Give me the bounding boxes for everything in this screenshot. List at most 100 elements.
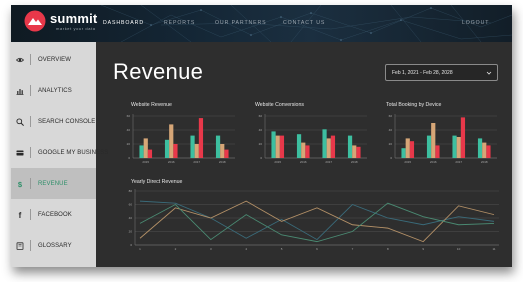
sidebar-item-glossary[interactable]: GLOSSARY	[11, 230, 96, 261]
y-tick-label: 40	[129, 216, 133, 220]
x-tick-label: 2	[175, 247, 177, 251]
book-icon	[16, 241, 24, 250]
bar	[460, 117, 466, 158]
line-chart-yearly-direct-revenue: 0 20 40 60 80 1 2 3 4 5 6 7 8 9 10 11	[129, 189, 499, 251]
bar	[482, 142, 487, 158]
bar	[275, 135, 280, 158]
sidebar-item-label: FACEBOOK	[38, 211, 72, 218]
bar	[401, 148, 406, 158]
y-tick-label: 0	[260, 156, 262, 160]
y-tick-label: 40	[259, 128, 263, 132]
chart-title-website-conversions: Website Conversions	[255, 102, 304, 108]
dollar-icon: $	[18, 180, 23, 188]
sidebar-item-analytics[interactable]: ANALYTICS	[11, 75, 96, 106]
chart-title-yearly-direct-revenue: Yearly Direct Revenue	[131, 179, 183, 185]
bar	[194, 144, 199, 158]
x-tick-label: 3	[210, 247, 212, 251]
page-title: Revenue	[113, 59, 204, 84]
nav-contact-us[interactable]: CONTACT US	[283, 20, 325, 26]
y-tick-label: 0	[130, 243, 132, 247]
bar	[305, 145, 310, 158]
nav-logout[interactable]: LOGOUT	[462, 20, 489, 26]
x-tick-label: 2017	[455, 160, 462, 164]
bar	[405, 138, 410, 158]
bar	[301, 142, 306, 158]
bar	[279, 135, 285, 158]
eye-icon	[16, 57, 24, 62]
y-tick-label: 0	[390, 156, 392, 160]
sidebar-item-overview[interactable]: OVERVIEW	[11, 44, 96, 75]
sidebar-separator	[30, 147, 31, 158]
nav-dashboard[interactable]: DASHBOARD	[103, 20, 144, 26]
x-tick-label: 2016	[300, 160, 307, 164]
sidebar-item-label: GOOGLE MY BUSINESS	[38, 149, 109, 156]
sidebar-separator	[30, 54, 31, 65]
bar	[326, 138, 331, 158]
bar	[296, 134, 302, 158]
search-icon	[16, 117, 24, 126]
sidebar-item-search-console[interactable]: SEARCH CONSOLE	[11, 106, 96, 137]
nav-reports[interactable]: REPORTS	[164, 20, 195, 26]
x-tick-label: 2016	[430, 160, 437, 164]
x-tick-label: 11	[492, 247, 495, 251]
bar	[147, 149, 153, 158]
svg-text:$: $	[18, 180, 23, 188]
brand-tagline: market your data	[56, 25, 96, 31]
bar	[347, 135, 353, 158]
bar	[322, 129, 327, 158]
bar	[330, 135, 336, 158]
y-tick-label: 0	[128, 156, 130, 160]
bar	[486, 145, 491, 158]
x-tick-label: 5	[281, 247, 283, 251]
bar	[271, 131, 276, 158]
svg-text:f: f	[19, 211, 22, 219]
sidebar-item-google-my-business[interactable]: GOOGLE MY BUSINESS	[11, 137, 108, 168]
top-navigation-bar: summit market your data DASHBOARD REPORT…	[11, 5, 512, 42]
bar	[426, 135, 432, 158]
y-tick-label: 40	[127, 128, 131, 132]
brand-logo[interactable]: summit market your data	[24, 10, 97, 32]
x-tick-label: 10	[457, 247, 461, 251]
sidebar-item-label: OVERVIEW	[38, 56, 72, 63]
sidebar-item-facebook[interactable]: f FACEBOOK	[11, 199, 96, 230]
bar-chart-icon	[16, 88, 24, 95]
bar	[190, 135, 195, 158]
bar	[169, 124, 174, 158]
chevron-down-icon	[486, 71, 492, 75]
x-tick-label: 2018	[481, 160, 488, 164]
date-range-value: Feb 1, 2021 - Feb 28, 2028	[392, 70, 453, 76]
y-tick-label: 80	[129, 189, 133, 193]
bar	[173, 144, 178, 158]
sidebar-item-label: GLOSSARY	[38, 242, 72, 249]
bar	[477, 138, 483, 158]
facebook-icon: f	[19, 211, 22, 219]
sidebar-item-revenue[interactable]: $ REVENUE	[11, 168, 96, 199]
bar-chart-website-conversions: 0 20 40 60 2015 2016 2017 2018	[259, 114, 367, 164]
series-line	[139, 202, 495, 243]
x-tick-label: 6	[316, 247, 318, 251]
brand-name: summit	[50, 10, 98, 26]
sidebar-item-label: REVENUE	[38, 180, 68, 187]
date-range-select[interactable]: Feb 1, 2021 - Feb 28, 2028	[385, 64, 498, 81]
chart-title-total-booking-by-device: Total Booking by Device	[386, 102, 442, 108]
y-tick-label: 20	[129, 230, 133, 234]
sidebar-item-label: SEARCH CONSOLE	[38, 118, 96, 125]
card-icon	[16, 150, 24, 155]
y-tick-label: 40	[389, 128, 393, 132]
y-tick-label: 20	[389, 142, 393, 146]
y-tick-label: 60	[259, 114, 263, 118]
nav-our-partners[interactable]: OUR PARTNERS	[215, 20, 267, 26]
app-window: summit market your data DASHBOARD REPORT…	[11, 5, 512, 267]
x-tick-label: 7	[352, 247, 354, 251]
bar	[139, 145, 144, 158]
x-tick-label: 2015	[274, 160, 281, 164]
bar	[198, 118, 204, 158]
x-tick-label: 2017	[193, 160, 200, 164]
x-tick-label: 2018	[219, 160, 226, 164]
x-tick-label: 2018	[351, 160, 358, 164]
y-tick-label: 60	[389, 114, 393, 118]
y-tick-label: 20	[259, 142, 263, 146]
series-line	[139, 200, 495, 243]
bar	[220, 144, 225, 158]
bar-chart-website-revenue: 0 20 40 60 2015 2016 2017 2018	[127, 114, 235, 164]
